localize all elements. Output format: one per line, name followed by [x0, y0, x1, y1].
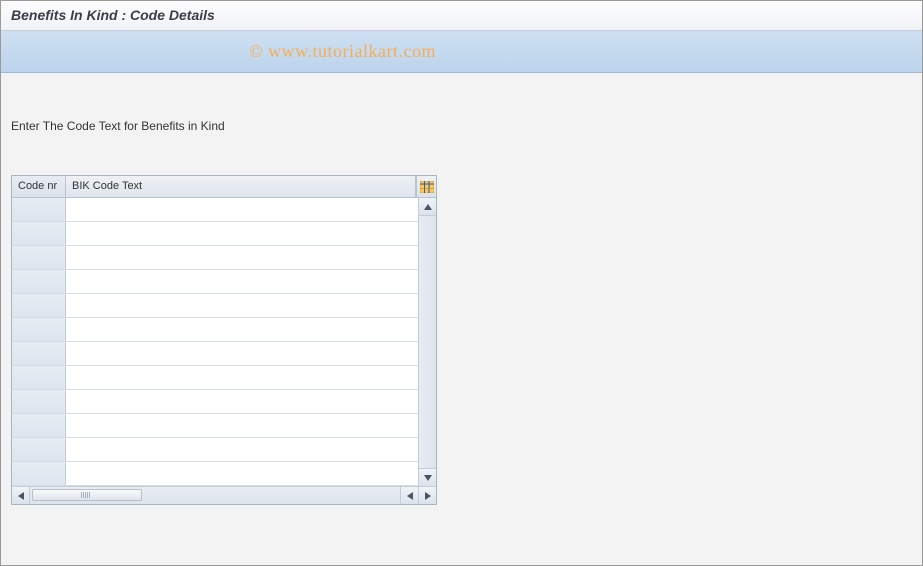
bik-code-text-cell	[66, 342, 418, 365]
bik-code-text-input[interactable]	[66, 342, 418, 365]
column-header-code-nr[interactable]: Code nr	[12, 176, 66, 197]
row-selector-cell[interactable]	[12, 222, 66, 245]
table-body	[12, 198, 418, 486]
table-header-row: Code nr BIK Code Text	[12, 176, 436, 198]
bik-code-text-cell	[66, 318, 418, 341]
column-header-bik-code-text[interactable]: BIK Code Text	[66, 176, 416, 197]
row-selector-cell[interactable]	[12, 366, 66, 389]
arrow-up-icon	[424, 204, 432, 210]
arrow-left-icon	[407, 492, 413, 500]
scroll-left-button[interactable]	[12, 487, 30, 504]
vertical-scroll-track[interactable]	[419, 216, 436, 468]
table-layout-icon	[420, 181, 434, 193]
bik-code-text-input[interactable]	[66, 318, 418, 341]
page-title: Benefits In Kind : Code Details	[11, 7, 912, 23]
table-row	[12, 438, 418, 462]
table-row	[12, 462, 418, 486]
row-selector-cell[interactable]	[12, 390, 66, 413]
vertical-scrollbar[interactable]	[418, 198, 436, 486]
table-row	[12, 198, 418, 222]
bik-code-text-cell	[66, 270, 418, 293]
bik-code-text-input[interactable]	[66, 246, 418, 269]
bik-code-text-input[interactable]	[66, 366, 418, 389]
table-row	[12, 294, 418, 318]
bik-code-text-cell	[66, 246, 418, 269]
row-selector-cell[interactable]	[12, 414, 66, 437]
scroll-up-button[interactable]	[419, 198, 436, 216]
table-row	[12, 222, 418, 246]
scroll-right-button[interactable]	[400, 487, 418, 504]
bik-code-text-cell	[66, 414, 418, 437]
scroll-down-button[interactable]	[419, 468, 436, 486]
row-selector-cell[interactable]	[12, 246, 66, 269]
scroll-right-end-button[interactable]	[418, 487, 436, 504]
bik-code-text-input[interactable]	[66, 294, 418, 317]
bik-code-table: Code nr BIK Code Text	[11, 175, 437, 505]
bik-code-text-cell	[66, 198, 418, 221]
bik-code-text-cell	[66, 366, 418, 389]
row-selector-cell[interactable]	[12, 294, 66, 317]
horizontal-scrollbar[interactable]	[12, 486, 436, 504]
row-selector-cell[interactable]	[12, 318, 66, 341]
table-row	[12, 390, 418, 414]
instruction-text: Enter The Code Text for Benefits in Kind	[11, 119, 912, 133]
bik-code-text-input[interactable]	[66, 198, 418, 221]
bik-code-text-cell	[66, 222, 418, 245]
title-bar: Benefits In Kind : Code Details	[1, 1, 922, 31]
horizontal-scroll-thumb[interactable]	[32, 489, 142, 501]
row-selector-cell[interactable]	[12, 342, 66, 365]
bik-code-text-input[interactable]	[66, 270, 418, 293]
table-row	[12, 270, 418, 294]
bik-code-text-cell	[66, 438, 418, 461]
watermark-text: © www.tutorialkart.com	[249, 41, 436, 62]
table-row	[12, 342, 418, 366]
row-selector-cell[interactable]	[12, 198, 66, 221]
row-selector-cell[interactable]	[12, 438, 66, 461]
row-selector-cell[interactable]	[12, 270, 66, 293]
bik-code-text-cell	[66, 462, 418, 485]
horizontal-scroll-track[interactable]	[30, 487, 400, 504]
table-row	[12, 318, 418, 342]
bik-code-text-input[interactable]	[66, 414, 418, 437]
table-body-wrap	[12, 198, 436, 486]
table-row	[12, 246, 418, 270]
arrow-right-icon	[425, 492, 431, 500]
arrow-left-icon	[18, 492, 24, 500]
table-row	[12, 414, 418, 438]
bik-code-text-input[interactable]	[66, 390, 418, 413]
table-row	[12, 366, 418, 390]
content-area: Enter The Code Text for Benefits in Kind…	[1, 73, 922, 565]
application-toolbar: © www.tutorialkart.com	[1, 31, 922, 73]
bik-code-text-cell	[66, 294, 418, 317]
row-selector-cell[interactable]	[12, 462, 66, 485]
bik-code-text-input[interactable]	[66, 438, 418, 461]
arrow-down-icon	[424, 475, 432, 481]
bik-code-text-input[interactable]	[66, 222, 418, 245]
table-configure-button[interactable]	[416, 176, 436, 197]
thumb-grip-icon	[81, 492, 93, 498]
bik-code-text-input[interactable]	[66, 462, 418, 485]
bik-code-text-cell	[66, 390, 418, 413]
